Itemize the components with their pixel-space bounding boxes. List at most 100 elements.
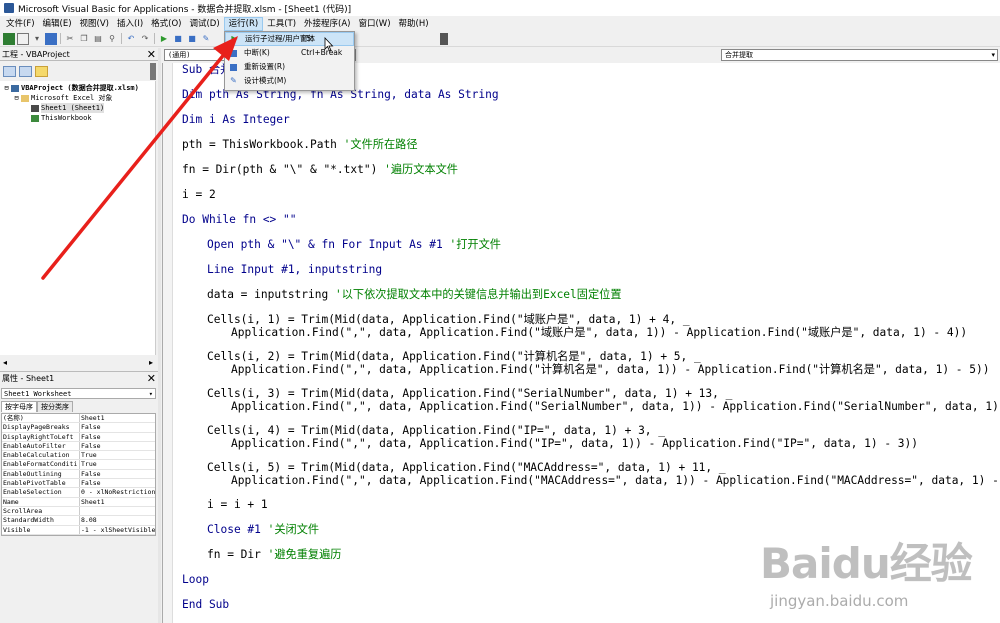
code-line[interactable]: fn = Dir '避免重复遍历 bbox=[182, 548, 342, 561]
toolbar-scroll-handle[interactable] bbox=[440, 32, 448, 45]
view-excel-icon[interactable] bbox=[3, 32, 15, 45]
code-line[interactable]: Loop bbox=[182, 573, 209, 586]
menu-item-10[interactable]: 帮助(H) bbox=[395, 17, 433, 31]
property-row[interactable]: EnableSelection 0 - xlNoRestrictions bbox=[2, 488, 155, 498]
redo-icon[interactable]: ↷ bbox=[139, 33, 151, 45]
property-row[interactable]: EnablePivotTable False bbox=[2, 479, 155, 489]
menu-item-8[interactable]: 外接程序(A) bbox=[300, 17, 354, 31]
property-value[interactable]: False bbox=[80, 433, 155, 441]
code-line[interactable]: Cells(i, 4) = Trim(Mid(data, Application… bbox=[182, 424, 665, 437]
menu-item-4[interactable]: 格式(O) bbox=[147, 17, 185, 31]
code-line[interactable]: Application.Find(",", data, Application.… bbox=[182, 437, 918, 450]
property-value[interactable]: -1 - xlSheetVisible bbox=[80, 526, 155, 534]
property-row[interactable]: DisplayRightToLeft False bbox=[2, 432, 155, 442]
tree-item[interactable]: ⊟ VBAProject (数据合并提取.xlsm) bbox=[0, 83, 155, 93]
project-horizontal-scrollbar[interactable]: ◂ ▸ bbox=[0, 355, 156, 369]
toggle-folders-icon[interactable] bbox=[35, 66, 48, 77]
code-line[interactable]: Cells(i, 3) = Trim(Mid(data, Application… bbox=[182, 387, 732, 400]
property-row[interactable]: DisplayPageBreaks False bbox=[2, 423, 155, 433]
tree-item[interactable]: Sheet1 (Sheet1) bbox=[0, 103, 155, 113]
property-value[interactable] bbox=[80, 507, 155, 515]
property-value[interactable]: 8.08 bbox=[80, 516, 155, 524]
procedure-select[interactable]: 合并提取 ▾ bbox=[721, 49, 998, 61]
property-value[interactable]: Sheet1 bbox=[80, 498, 155, 506]
property-value[interactable]: Sheet1 bbox=[80, 414, 155, 422]
property-row[interactable]: Visible -1 - xlSheetVisible bbox=[2, 525, 155, 535]
find-icon[interactable]: ⚲ bbox=[106, 33, 118, 45]
view-object-icon[interactable] bbox=[19, 66, 32, 77]
code-line[interactable]: i = i + 1 bbox=[182, 498, 268, 511]
code-line[interactable]: data = inputstring '以下依次提取文本中的关键信息并输出到Ex… bbox=[182, 288, 622, 301]
collapse-icon[interactable]: ⊟ bbox=[2, 83, 11, 93]
property-value[interactable]: False bbox=[80, 470, 155, 478]
properties-object-select[interactable]: Sheet1 Worksheet ▾ bbox=[1, 388, 156, 399]
run-menu-item-3[interactable]: ✎ 设计模式(M) bbox=[225, 74, 354, 88]
undo-icon[interactable]: ↶ bbox=[125, 33, 137, 45]
paste-icon[interactable]: ▤ bbox=[92, 33, 104, 45]
scroll-left-icon[interactable]: ◂ bbox=[3, 358, 7, 367]
code-line[interactable]: Application.Find(",", data, Application.… bbox=[182, 474, 1000, 487]
menu-item-7[interactable]: 工具(T) bbox=[263, 17, 300, 31]
menu-item-0[interactable]: 文件(F) bbox=[2, 17, 39, 31]
menu-item-9[interactable]: 窗口(W) bbox=[354, 17, 394, 31]
menu-item-3[interactable]: 插入(I) bbox=[113, 17, 147, 31]
close-icon[interactable]: ✕ bbox=[147, 372, 156, 385]
save-icon[interactable] bbox=[45, 32, 57, 45]
break-icon[interactable]: ■ bbox=[172, 33, 184, 45]
code-line[interactable]: pth = ThisWorkbook.Path '文件所在路径 bbox=[182, 138, 418, 151]
code-line[interactable]: Open pth & "\" & fn For Input As #1 '打开文… bbox=[182, 238, 501, 251]
code-line[interactable]: Application.Find(",", data, Application.… bbox=[182, 400, 1000, 413]
code-line[interactable]: Dim i As Integer bbox=[182, 113, 290, 126]
properties-tab-0[interactable]: 按字母序 bbox=[1, 401, 37, 412]
insert-module-icon[interactable] bbox=[17, 32, 29, 45]
property-value[interactable]: 0 - xlNoRestrictions bbox=[80, 488, 155, 496]
property-value[interactable]: False bbox=[80, 423, 155, 431]
run-menu-item-0[interactable]: ▶ 运行子过程/用户窗体 F5 bbox=[225, 32, 354, 46]
property-row[interactable]: (名称) Sheet1 bbox=[2, 414, 155, 424]
view-code-icon[interactable] bbox=[3, 66, 16, 77]
code-margin-indicator-bar[interactable] bbox=[163, 63, 173, 623]
property-row[interactable]: Name Sheet1 bbox=[2, 497, 155, 507]
property-value[interactable]: True bbox=[80, 451, 155, 459]
design-mode-icon[interactable]: ✎ bbox=[200, 33, 212, 45]
property-row[interactable]: EnableFormatConditi True bbox=[2, 460, 155, 470]
run-menu-item-2[interactable]: 重新设置(R) bbox=[225, 60, 354, 74]
property-row[interactable]: EnableCalculation True bbox=[2, 451, 155, 461]
code-line[interactable]: Cells(i, 2) = Trim(Mid(data, Application… bbox=[182, 350, 701, 363]
menu-item-5[interactable]: 调试(D) bbox=[185, 17, 223, 31]
code-line[interactable]: Do While fn <> "" bbox=[182, 213, 297, 226]
code-line[interactable]: Close #1 '关闭文件 bbox=[182, 523, 319, 536]
code-line[interactable]: Application.Find(",", data, Application.… bbox=[182, 326, 967, 339]
code-line[interactable]: Line Input #1, inputstring bbox=[182, 263, 382, 276]
property-row[interactable]: EnableAutoFilter False bbox=[2, 441, 155, 452]
reset-icon[interactable]: ■ bbox=[186, 33, 198, 45]
property-row[interactable]: ScrollArea bbox=[2, 506, 155, 517]
property-value[interactable]: False bbox=[80, 479, 155, 487]
tree-item[interactable]: ⊟ Microsoft Excel 对象 bbox=[0, 93, 155, 103]
close-icon[interactable]: ✕ bbox=[147, 48, 156, 61]
cut-icon[interactable]: ✂ bbox=[64, 33, 76, 45]
menu-item-2[interactable]: 视图(V) bbox=[76, 17, 113, 31]
chevron-down-icon[interactable]: ▾ bbox=[149, 389, 153, 399]
properties-tab-1[interactable]: 按分类序 bbox=[37, 401, 73, 412]
property-value[interactable]: False bbox=[80, 442, 155, 450]
pane-splitter[interactable] bbox=[158, 48, 161, 623]
run-menu-item-1[interactable]: 中断(K) Ctrl+Break bbox=[225, 46, 354, 60]
property-row[interactable]: StandardWidth 8.08 bbox=[2, 516, 155, 526]
scroll-right-icon[interactable]: ▸ bbox=[149, 358, 153, 367]
menu-item-6[interactable]: 运行(R) bbox=[223, 16, 264, 31]
menu-item-1[interactable]: 编辑(E) bbox=[39, 17, 76, 31]
copy-icon[interactable]: ❐ bbox=[78, 33, 90, 45]
run-icon[interactable]: ▶ bbox=[158, 33, 170, 45]
code-line[interactable]: Cells(i, 1) = Trim(Mid(data, Application… bbox=[182, 313, 690, 326]
property-row[interactable]: EnableOutlining False bbox=[2, 469, 155, 480]
property-value[interactable]: True bbox=[80, 460, 155, 468]
code-line[interactable]: fn = Dir(pth & "\" & "*.txt") '遍历文本文件 bbox=[182, 163, 458, 176]
code-line[interactable]: End Sub bbox=[182, 598, 229, 611]
code-line[interactable]: Cells(i, 5) = Trim(Mid(data, Application… bbox=[182, 461, 726, 474]
collapse-icon[interactable]: ⊟ bbox=[12, 93, 21, 103]
project-scroll-handle[interactable] bbox=[150, 63, 156, 80]
code-line[interactable]: Application.Find(",", data, Application.… bbox=[182, 363, 989, 376]
code-line[interactable]: i = 2 bbox=[182, 188, 216, 201]
tree-item[interactable]: ThisWorkbook bbox=[0, 113, 155, 123]
